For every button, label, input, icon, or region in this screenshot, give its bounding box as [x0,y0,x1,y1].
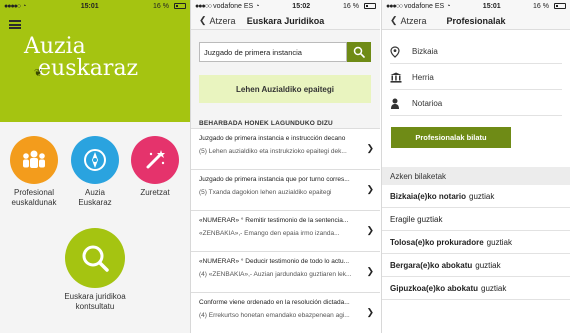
status-carrier: vodafone ES [213,2,254,10]
leaf-ornament-icon: ❦ [34,68,43,79]
list-item[interactable]: Eragile guztiak [382,208,570,231]
tile-zuretzat[interactable]: Zuretzat [129,136,181,198]
wifi-icon: ◔ [446,2,451,10]
battery-icon [554,3,566,9]
translation-result[interactable]: Lehen Auzialdiko epaitegi [199,75,371,103]
recent-searches-heading: Azken bilaketak [382,167,570,185]
status-time: 15:01 [80,2,99,10]
list-item[interactable]: «NUMERAR» ° Deducir testimonio de todo l… [191,251,380,292]
chevron-right-icon: ❯ [366,184,374,194]
chevron-right-icon: ❯ [366,143,374,153]
person-icon [390,98,406,110]
compass-icon [71,136,119,184]
status-time: 15:02 [292,2,311,10]
app-logo: Auzia euskaraz ❦ [24,34,139,81]
wifi-icon: ◔ [255,2,260,10]
search-input[interactable]: Juzgado de primera instancia [199,42,347,62]
tile-euskara-juridikoa-kontsultatu[interactable]: Euskara juridikoa kontsultatu [52,228,138,312]
signal-icon: ●●●○○ [386,2,403,10]
building-icon [390,72,406,83]
chevron-right-icon: ❯ [366,266,374,276]
list-item[interactable]: Conforme viene ordenado en la resolución… [191,292,380,333]
battery-icon [174,3,186,9]
search-bar: Juzgado de primera instancia [199,42,371,62]
home-header: ●●●●○ ◔ 15:01 16 % Auzia euskaraz ❦ [0,0,190,122]
search-icon [65,228,125,288]
town-select[interactable]: Herria [390,66,562,90]
navigation-bar: ❮ Atzera Profesionalak [382,12,570,30]
status-bar: ●●●○○ vodafone ES ◔ 15:01 16 % [382,0,570,12]
home-screen: ●●●●○ ◔ 15:01 16 % Auzia euskaraz ❦ Profe… [0,0,190,333]
tile-auzia-euskaraz[interactable]: Auzia Euskaraz [69,136,121,208]
list-item[interactable]: Bizkaia(e)ko notario guztiak [382,185,570,208]
list-item[interactable]: Juzgado de primera instancia e instrucci… [191,128,380,169]
list-item[interactable]: «NUMERAR» ° Remitir testimonio de la sen… [191,210,380,251]
back-button[interactable]: ❮ Atzera [390,15,427,26]
juridical-screen: ●●●○○ vodafone ES ◔ 15:02 16 % ❮ Atzera Eus… [191,0,380,333]
search-professionals-button[interactable]: Profesionalak bilatu [391,127,511,148]
professionals-screen: ●●●○○ vodafone ES ◔ 15:01 16 % ❮ Atzera Pro… [382,0,570,333]
people-icon [10,136,58,184]
back-button[interactable]: ❮ Atzera [199,15,236,26]
recent-searches-list: Bizkaia(e)ko notario guztiak Eragile guzt… [382,185,570,300]
list-item[interactable]: Juzgado de primera instancia que por tur… [191,169,380,210]
chevron-left-icon: ❮ [390,15,398,25]
signal-icon: ●●●●○ [4,2,21,10]
chevron-right-icon: ❯ [366,225,374,235]
navigation-bar: ❮ Atzera Euskara Juridikoa [191,12,380,30]
list-item[interactable]: Tolosa(e)ko prokuradore guztiak [382,231,570,254]
chevron-left-icon: ❮ [199,15,207,25]
status-battery-text: 16 % [343,2,359,10]
magic-wand-icon [131,136,179,184]
list-item[interactable]: Gipuzkoa(e)ko abokatu guztiak [382,277,570,300]
chevron-right-icon: ❯ [366,307,374,317]
province-select[interactable]: Bizkaia [390,40,562,64]
suggestion-list: Juzgado de primera instancia e instrucci… [191,128,380,333]
search-icon [353,46,365,58]
signal-icon: ●●●○○ [195,2,212,10]
wifi-icon: ◔ [22,2,27,10]
profession-select[interactable]: Notarioa [390,92,562,116]
battery-icon [364,3,376,9]
status-battery-text: 16 % [153,2,169,10]
status-bar: ●●●○○ vodafone ES ◔ 15:02 16 % [191,0,380,12]
suggestions-heading: BEHARBADA HONEK LAGUNDUKO DIZU [199,120,333,127]
search-button[interactable] [347,42,371,62]
status-battery-text: 16 % [533,2,549,10]
status-carrier: vodafone ES [404,2,445,10]
list-item[interactable]: Bergara(e)ko abokatu guztiak [382,254,570,277]
tile-profesional-euskaldunak[interactable]: Profesional euskaldunak [8,136,60,208]
status-time: 15:01 [482,2,501,10]
hamburger-menu-icon[interactable] [9,20,21,29]
location-pin-icon [390,45,406,58]
status-bar: ●●●●○ ◔ 15:01 16 % [0,0,190,12]
